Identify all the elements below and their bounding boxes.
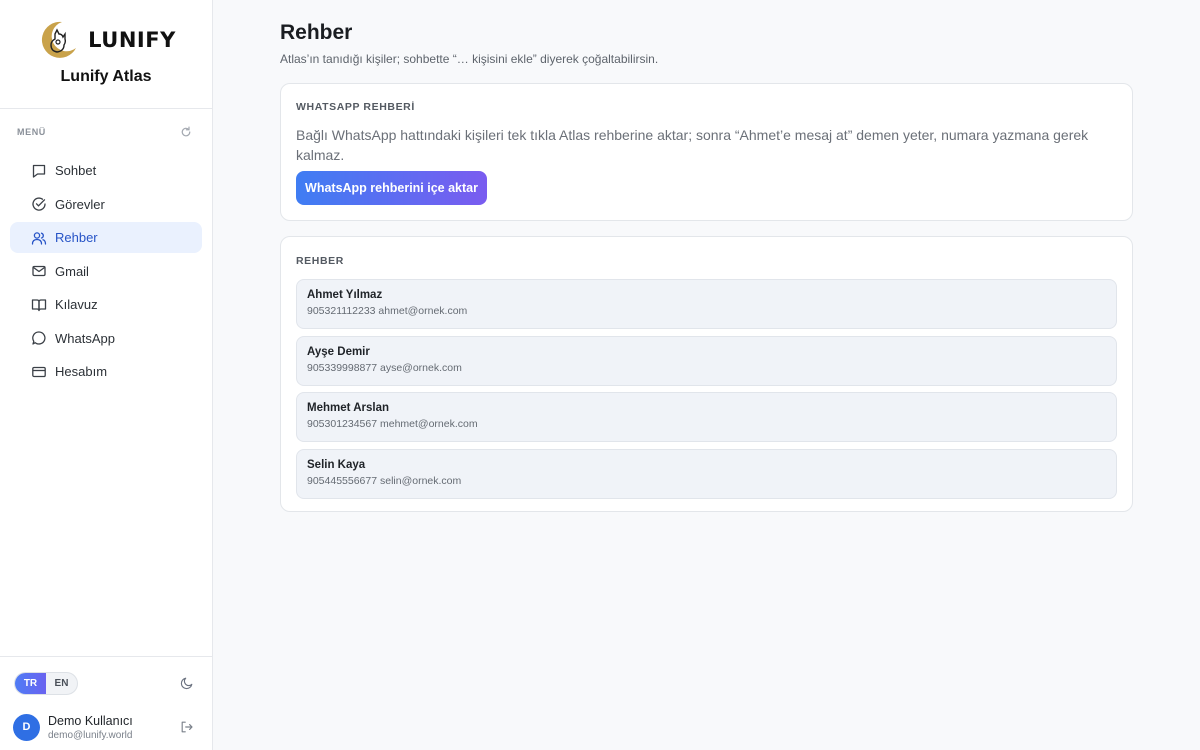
logout-icon[interactable] xyxy=(180,720,194,734)
contact-name: Ahmet Yılmaz xyxy=(307,289,383,301)
card-icon xyxy=(31,364,47,380)
sidebar-item-label: Kılavuz xyxy=(55,297,98,312)
logo[interactable]: LUNIFY xyxy=(36,18,176,62)
import-whatsapp-contacts-button[interactable]: WhatsApp rehberini içe aktar xyxy=(296,171,487,205)
sidebar-item-label: Gmail xyxy=(55,263,89,279)
list-item[interactable]: Ahmet Yılmaz 905321112233 ahmet@ornek.co… xyxy=(296,279,1117,329)
brand-header: LUNIFY Lunify Atlas xyxy=(0,0,212,109)
sidebar-item-gorevler[interactable]: Görevler xyxy=(10,189,202,220)
whatsapp-import-card: WHATSAPP REHBERİ Bağlı WhatsApp hattında… xyxy=(280,83,1133,221)
contact-details: 905445556677 selin@ornek.com xyxy=(307,474,462,487)
preferences-row: TR EN xyxy=(0,657,212,707)
language-toggle: TR EN xyxy=(14,671,78,695)
main-content: Rehber Atlas’ın tanıdığı kişiler; sohbet… xyxy=(280,0,1133,512)
avatar[interactable]: D xyxy=(13,713,40,741)
user-info: Demo Kullanıcı demo@lunify.world xyxy=(48,714,180,741)
users-icon xyxy=(31,230,47,246)
check-circle-icon xyxy=(31,196,47,212)
sidebar-footer: TR EN D Demo Kullanıcı demo@lunify.world xyxy=(0,656,212,750)
list-item[interactable]: Selin Kaya 905445556677 selin@ornek.com xyxy=(296,448,1117,499)
contact-name: Ayşe Demir xyxy=(307,345,370,358)
card-title: REHBER xyxy=(296,255,344,267)
sidebar-item-hesabim[interactable]: Hesabım xyxy=(10,356,202,387)
main-nav: Sohbet Görevler Rehber Gmail Kılavuz Wha… xyxy=(0,155,212,387)
language-en-button[interactable]: EN xyxy=(46,673,77,694)
sidebar-item-label: Sohbet xyxy=(55,163,97,178)
moon-icon[interactable] xyxy=(180,676,194,690)
sidebar-item-label: WhatsApp xyxy=(55,330,115,346)
book-icon xyxy=(31,297,47,313)
logo-wordmark: LUNIFY xyxy=(88,28,176,52)
sidebar-item-label: Rehber xyxy=(55,230,98,245)
chat-icon xyxy=(31,163,47,179)
sidebar-item-label: Görevler xyxy=(55,196,105,212)
sidebar-item-sohbet[interactable]: Sohbet xyxy=(10,155,202,186)
page-subtitle: Atlas’ın tanıdığı kişiler; sohbette “… k… xyxy=(280,52,659,66)
sidebar-item-kilavuz[interactable]: Kılavuz xyxy=(10,289,202,320)
user-email: demo@lunify.world xyxy=(48,729,133,741)
language-tr-button[interactable]: TR xyxy=(15,672,46,694)
sidebar: LUNIFY Lunify Atlas MENÜ Sohbet Görevler… xyxy=(0,0,213,750)
menu-header: MENÜ xyxy=(0,109,212,155)
contacts-card: REHBER Ahmet Yılmaz 905321112233 ahmet@o… xyxy=(280,236,1133,512)
refresh-icon[interactable] xyxy=(180,126,192,138)
user-name: Demo Kullanıcı xyxy=(48,713,133,728)
list-item[interactable]: Ayşe Demir 905339998877 ayse@ornek.com xyxy=(296,335,1117,386)
contact-details: 905339998877 ayse@ornek.com xyxy=(307,361,462,374)
sidebar-item-whatsapp[interactable]: WhatsApp xyxy=(10,323,202,354)
moon-cat-logo-icon xyxy=(42,21,77,58)
contact-details: 905321112233 ahmet@ornek.com xyxy=(307,305,468,317)
page-title: Rehber xyxy=(280,21,353,44)
list-item[interactable]: Mehmet Arslan 905301234567 mehmet@ornek.… xyxy=(296,392,1117,442)
sidebar-item-rehber[interactable]: Rehber xyxy=(10,222,202,253)
brand-name: Lunify Atlas xyxy=(60,68,152,85)
user-profile: D Demo Kullanıcı demo@lunify.world xyxy=(0,707,212,747)
contact-details: 905301234567 mehmet@ornek.com xyxy=(307,418,478,430)
sidebar-item-label: Hesabım xyxy=(55,364,108,379)
menu-title: MENÜ xyxy=(17,127,46,137)
contact-name: Mehmet Arslan xyxy=(307,402,390,414)
mail-icon xyxy=(31,263,47,279)
card-title: WHATSAPP REHBERİ xyxy=(296,101,415,113)
whatsapp-bubble-icon xyxy=(31,330,47,346)
sidebar-item-gmail[interactable]: Gmail xyxy=(10,256,202,287)
whatsapp-import-description: Bağlı WhatsApp hattındaki kişileri tek t… xyxy=(296,127,1089,163)
contact-name: Selin Kaya xyxy=(307,458,366,471)
